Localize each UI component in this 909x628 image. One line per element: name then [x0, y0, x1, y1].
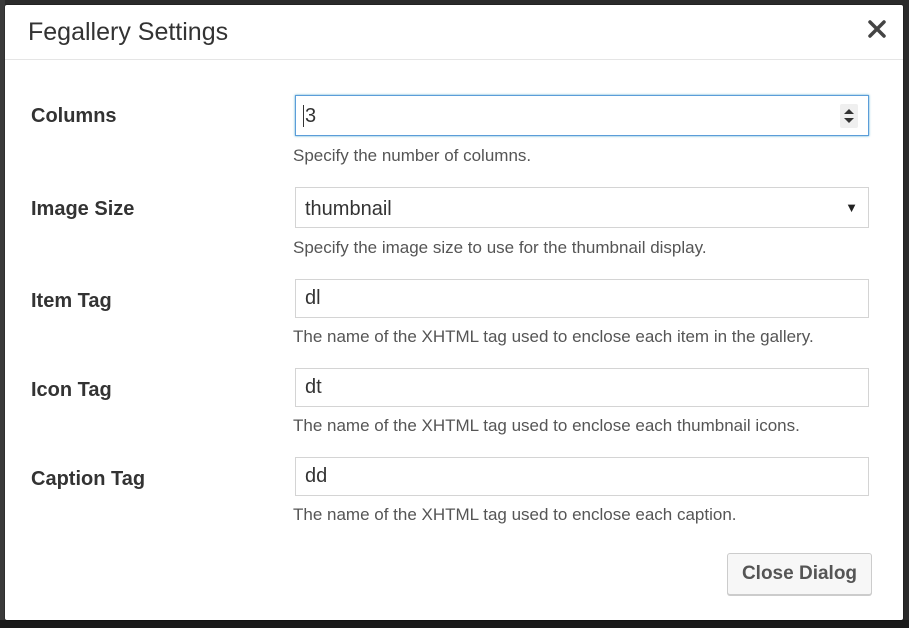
caption-tag-label: Caption Tag: [31, 468, 146, 490]
backdrop-strip: [0, 620, 909, 628]
image-size-label: Image Size: [31, 198, 135, 220]
dropdown-arrow-icon: ▼: [845, 200, 858, 215]
settings-dialog: Fegallery Settings Columns 3 Specify the…: [5, 5, 903, 620]
item-tag-label: Item Tag: [31, 290, 112, 312]
columns-value: 3: [305, 105, 317, 127]
number-spinner[interactable]: [840, 104, 858, 128]
close-icon[interactable]: [865, 17, 889, 41]
caption-tag-input[interactable]: dd: [295, 457, 869, 496]
close-dialog-button[interactable]: Close Dialog: [727, 553, 872, 595]
item-tag-description: The name of the XHTML tag used to enclos…: [293, 327, 814, 346]
icon-tag-description: The name of the XHTML tag used to enclos…: [293, 416, 800, 435]
caption-tag-description: The name of the XHTML tag used to enclos…: [293, 505, 737, 524]
icon-tag-value: dt: [305, 376, 322, 398]
dialog-title: Fegallery Settings: [28, 18, 229, 46]
columns-description: Specify the number of columns.: [293, 146, 532, 165]
columns-label: Columns: [31, 105, 117, 127]
dialog-header: Fegallery Settings: [5, 5, 903, 60]
caption-tag-value: dd: [305, 465, 328, 487]
columns-input[interactable]: 3: [295, 95, 869, 136]
item-tag-input[interactable]: dl: [295, 279, 869, 318]
text-caret: [303, 105, 304, 127]
image-size-select[interactable]: thumbnail ▼: [295, 187, 869, 228]
image-size-description: Specify the image size to use for the th…: [293, 238, 707, 257]
image-size-value: thumbnail: [305, 198, 392, 220]
item-tag-value: dl: [305, 287, 321, 309]
icon-tag-input[interactable]: dt: [295, 368, 869, 407]
icon-tag-label: Icon Tag: [31, 379, 112, 401]
